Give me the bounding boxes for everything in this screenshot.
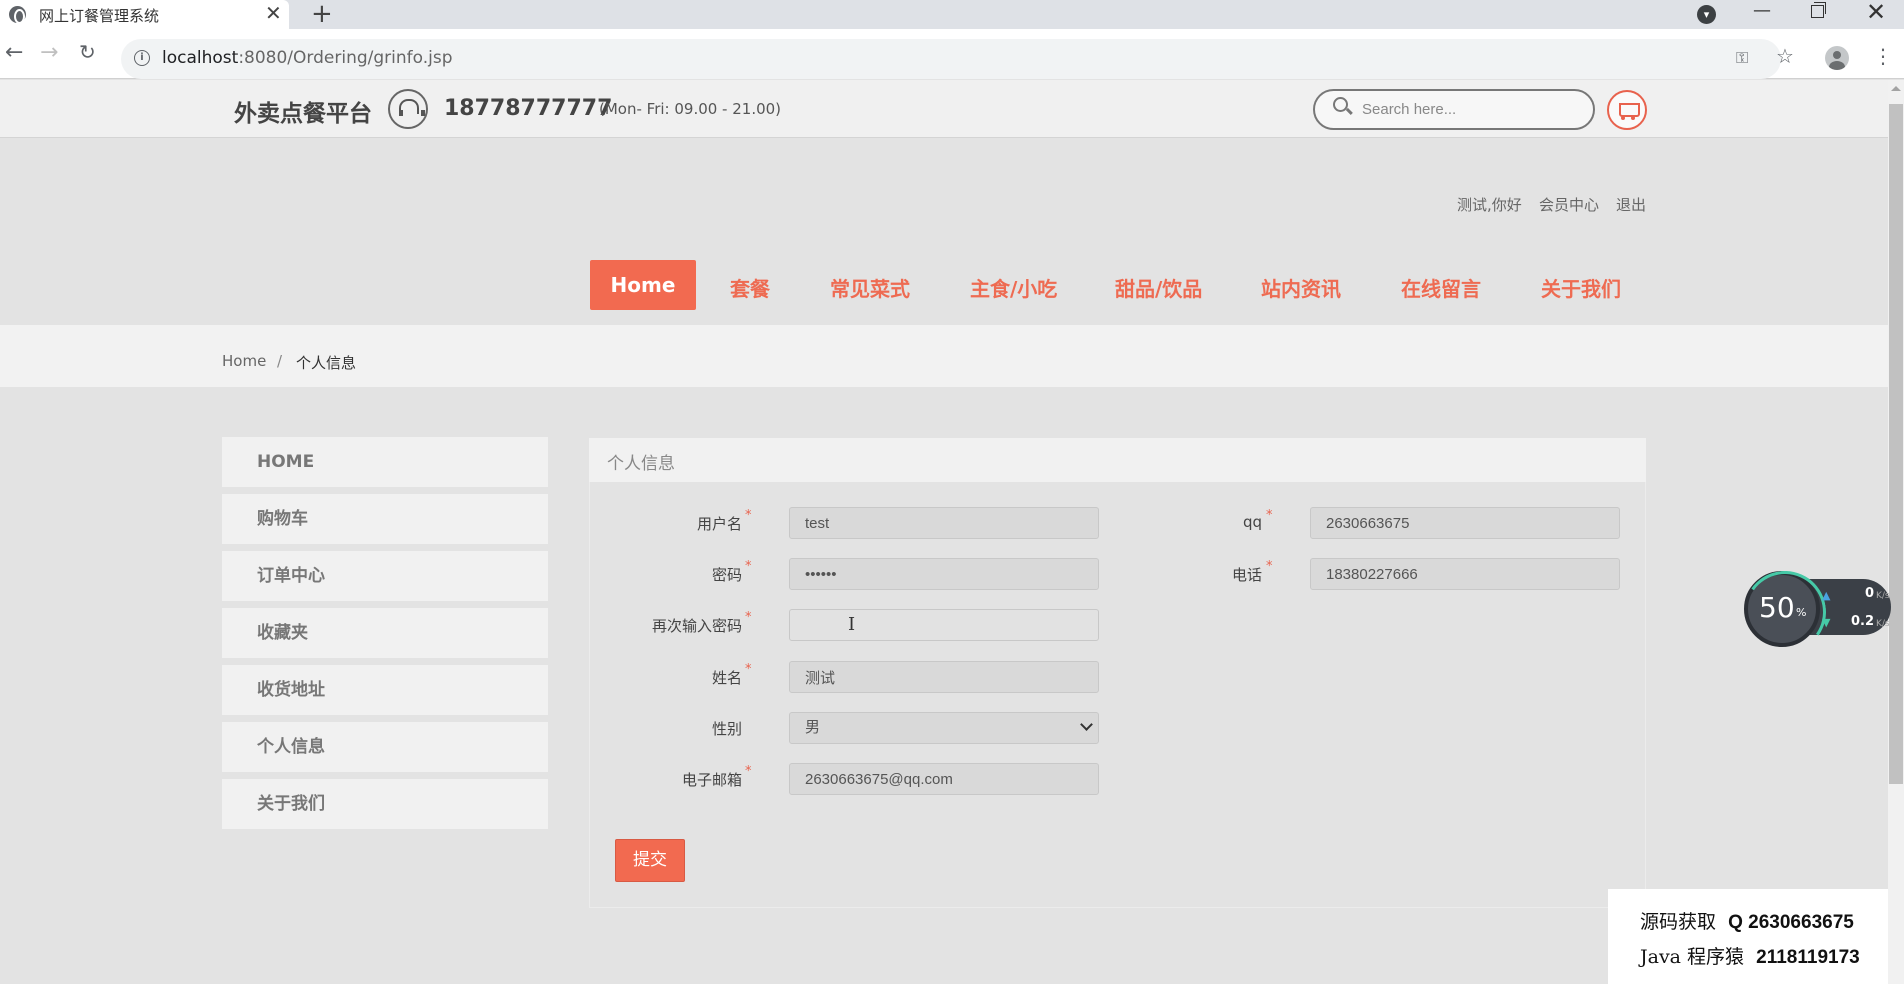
watermark-line-1-value: Q 2630663675 — [1728, 912, 1854, 933]
download-speed: 0.2 — [1850, 614, 1874, 629]
phone-field[interactable] — [1310, 558, 1620, 590]
qq-label: qq — [1242, 513, 1262, 531]
profile-icon[interactable] — [1825, 46, 1849, 70]
reload-icon[interactable]: ↻ — [79, 40, 96, 64]
tab-search-icon[interactable]: ▾ — [1697, 5, 1716, 24]
panel-header — [589, 438, 1646, 482]
username-label: 用户名 — [696, 515, 742, 533]
nav-desserts-drinks[interactable]: 甜品/饮品 — [1115, 273, 1202, 302]
cart-button[interactable] — [1607, 90, 1647, 130]
nav-common-dishes[interactable]: 常见菜式 — [830, 273, 910, 302]
watermark-line-2-value: 2118119173 — [1756, 947, 1860, 968]
password-field[interactable] — [789, 558, 1099, 590]
breadcrumb-current: 个人信息 — [296, 354, 357, 372]
sidebar-item-cart[interactable]: 购物车 — [222, 494, 548, 544]
sidebar-item-home[interactable]: HOME — [222, 437, 548, 487]
nav-about-us[interactable]: 关于我们 — [1541, 273, 1621, 302]
submit-button[interactable]: 提交 — [615, 839, 685, 882]
user-greeting: 测试,你好 — [1457, 196, 1522, 214]
required-mark: * — [745, 559, 752, 574]
panel-title: 个人信息 — [607, 454, 675, 474]
upload-speed: 0 — [1864, 586, 1874, 601]
confirm-password-field[interactable] — [789, 609, 1099, 641]
restore-icon[interactable] — [1811, 2, 1826, 18]
breadcrumb-separator: / — [277, 352, 283, 370]
watermark-line-1-prefix: 源码获取 — [1640, 911, 1717, 933]
upload-arrow-icon: ▲ — [1822, 589, 1831, 602]
required-mark: * — [745, 508, 752, 523]
url-path: :8080/Ordering/grinfo.jsp — [238, 48, 453, 68]
gauge-percent-sign: % — [1796, 606, 1807, 619]
download-arrow-icon: ▼ — [1822, 616, 1831, 629]
key-icon[interactable]: ⚿ — [1736, 48, 1748, 68]
text-cursor-icon: I — [848, 614, 856, 635]
breadcrumb-home[interactable]: Home — [222, 352, 266, 370]
url-text[interactable]: localhost:8080/Ordering/grinfo.jsp — [162, 48, 453, 68]
name-label: 姓名 — [711, 669, 742, 687]
sidebar-item-favorites[interactable]: 收藏夹 — [222, 608, 548, 658]
watermark-box — [1608, 889, 1888, 984]
download-unit: K/s — [1876, 619, 1890, 629]
gauge-percent: 50 — [1759, 591, 1795, 624]
nav-message-board[interactable]: 在线留言 — [1401, 273, 1481, 302]
nav-package[interactable]: 套餐 — [730, 273, 770, 302]
tab-title: 网上订餐管理系统 — [39, 7, 160, 25]
sidebar-item-about[interactable]: 关于我们 — [222, 779, 548, 829]
watermark-line-2: Java 程序猿 2118119173 — [1640, 942, 1860, 969]
logout-link[interactable]: 退出 — [1616, 194, 1646, 215]
email-field[interactable] — [789, 763, 1099, 795]
qq-field[interactable] — [1310, 507, 1620, 539]
email-label: 电子邮箱 — [681, 771, 742, 789]
watermark-line-1: 源码获取 Q 2630663675 — [1640, 907, 1854, 934]
minimize-icon[interactable]: — — [1753, 0, 1771, 21]
scroll-up-icon[interactable] — [1891, 86, 1901, 91]
upload-unit: K/s — [1876, 591, 1890, 601]
site-name[interactable]: 外卖点餐平台 — [234, 94, 372, 128]
required-mark: * — [1266, 508, 1273, 523]
headset-icon — [388, 89, 428, 129]
nav-news[interactable]: 站内资讯 — [1261, 273, 1341, 302]
member-center-link[interactable]: 会员中心 — [1539, 194, 1599, 215]
sidebar-item-profile[interactable]: 个人信息 — [222, 722, 548, 772]
breadcrumb — [0, 325, 1888, 387]
sidebar-item-address[interactable]: 收货地址 — [222, 665, 548, 715]
sidebar-item-orders[interactable]: 订单中心 — [222, 551, 548, 601]
watermark-line-2-prefix: Java 程序猿 — [1640, 946, 1745, 968]
nav-home[interactable]: Home — [590, 260, 696, 310]
confirm-password-label: 再次输入密码 — [651, 617, 742, 635]
info-icon[interactable]: i — [134, 50, 150, 66]
new-tab-button[interactable]: + — [311, 0, 333, 28]
gender-label: 性别 — [711, 720, 742, 738]
url-host: localhost — [162, 48, 239, 68]
gender-select[interactable]: 男 — [789, 712, 1099, 744]
tab-close-icon[interactable]: ✕ — [265, 2, 282, 24]
back-arrow-icon[interactable]: ← — [5, 40, 23, 65]
search-icon[interactable] — [1333, 97, 1348, 112]
service-hours: (Mon- Fri: 09.00 - 21.00) — [599, 100, 782, 118]
username-field[interactable] — [789, 507, 1099, 539]
required-mark: * — [745, 662, 752, 677]
required-mark: * — [745, 610, 752, 625]
password-label: 密码 — [711, 566, 742, 584]
name-field[interactable] — [789, 661, 1099, 693]
scrollbar-thumb[interactable] — [1889, 104, 1903, 784]
globe-icon — [9, 6, 26, 24]
hotline-phone: 18778777777 — [444, 96, 613, 121]
nav-staples-snacks[interactable]: 主食/小吃 — [970, 273, 1057, 302]
phone-label: 电话 — [1231, 566, 1262, 584]
gender-selected-value: 男 — [805, 719, 821, 736]
required-mark: * — [1266, 559, 1273, 574]
forward-arrow-icon[interactable]: → — [40, 40, 58, 65]
star-icon[interactable]: ☆ — [1776, 44, 1794, 68]
required-mark: * — [745, 764, 752, 779]
window-close-icon[interactable]: ✕ — [1866, 0, 1886, 26]
kebab-menu-icon[interactable]: ⋮ — [1873, 44, 1893, 68]
search-input[interactable] — [1362, 97, 1582, 121]
